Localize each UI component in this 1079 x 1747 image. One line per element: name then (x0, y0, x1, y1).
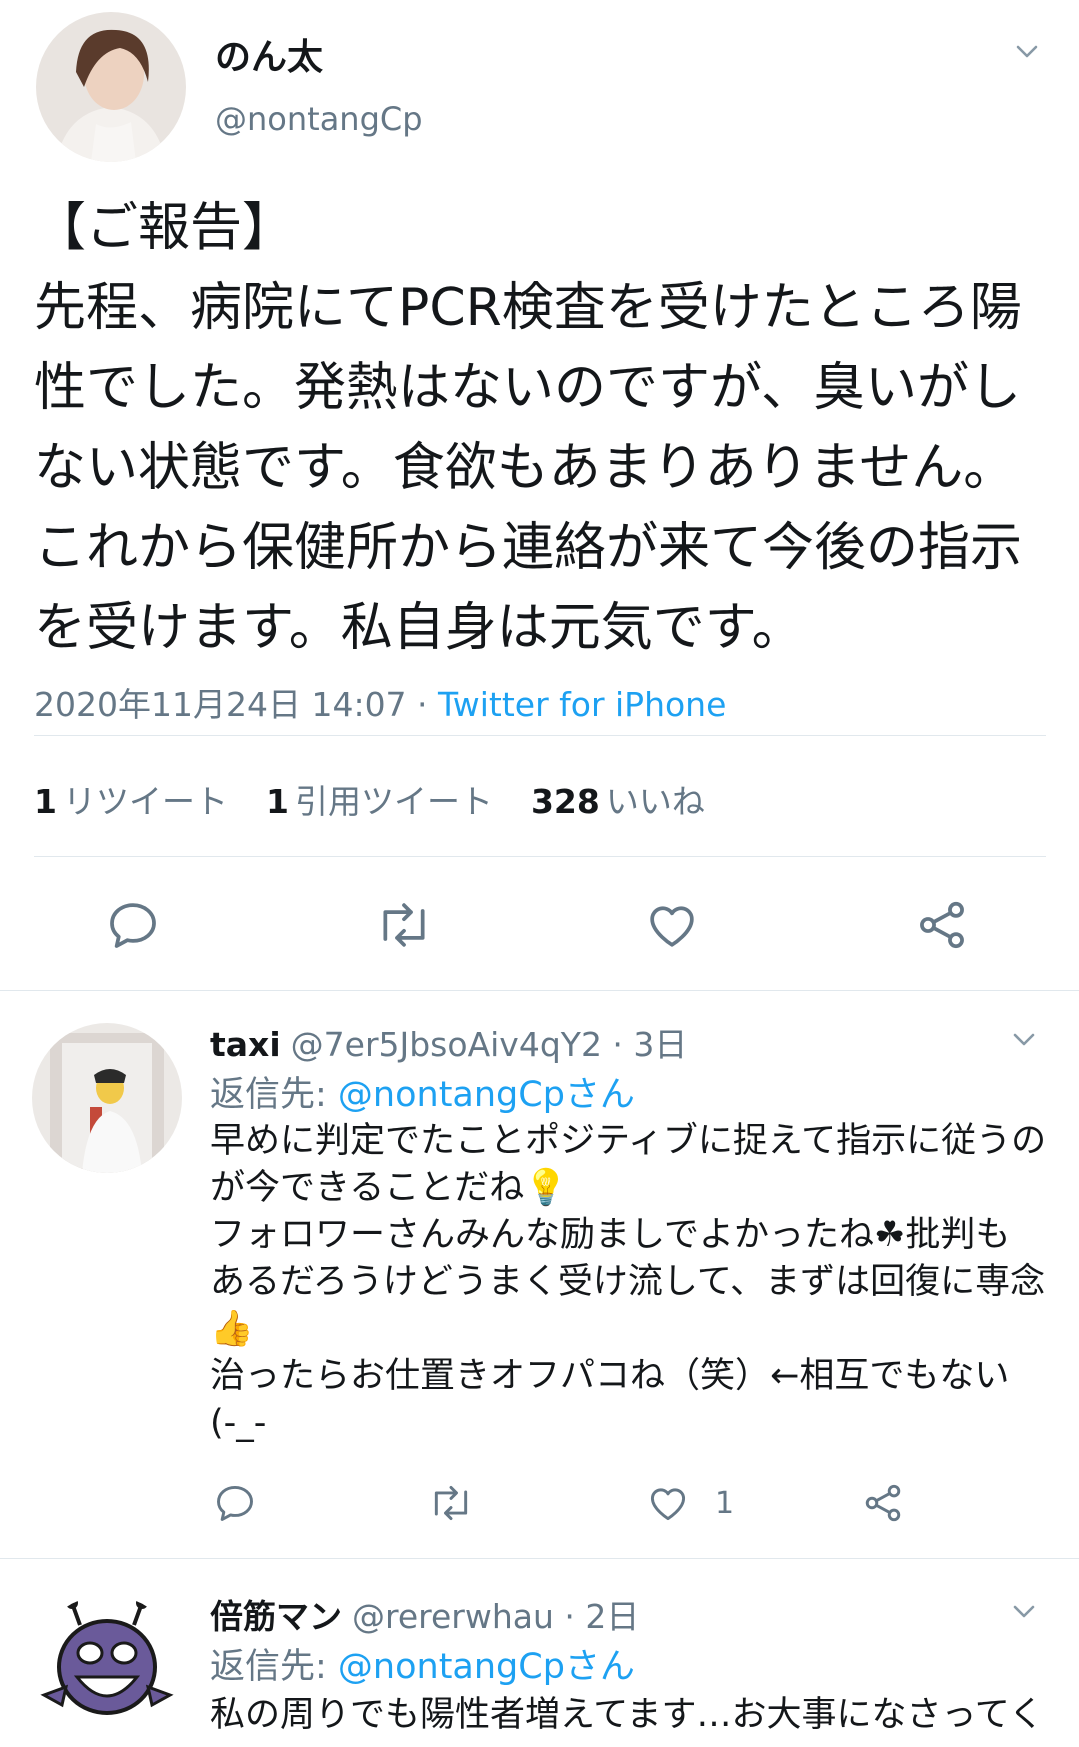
reply-author-name[interactable]: taxi (210, 1025, 281, 1064)
retweet-icon[interactable] (426, 1480, 476, 1526)
reply-icon[interactable] (104, 896, 162, 954)
replying-to-prefix: 返信先: (210, 1647, 338, 1687)
retweet-icon[interactable] (373, 896, 435, 954)
reply-text: 私の周りでも陽性者増えてます…お大事になさってく (210, 1692, 1050, 1739)
retweet-count: 1 (34, 782, 57, 821)
reply-text-line: あるだろうけどうまく受け流して、まずは回復に専念 (210, 1262, 1046, 1302)
retweet-stat[interactable]: 1 リツイート (34, 775, 228, 823)
chevron-down-icon[interactable] (1013, 1600, 1035, 1622)
quote-stat[interactable]: 1 引用ツイート (266, 775, 493, 823)
reply-icon[interactable] (212, 1480, 258, 1526)
tweet-text: 【ご報告】 先程、病院にてPCR検査を受けたところ陽 性でした。発熱はないのです… (34, 188, 1044, 668)
replying-to-mention[interactable]: @nontangCpさん (338, 1075, 635, 1115)
share-icon[interactable] (860, 1480, 906, 1526)
replying-to-prefix: 返信先: (210, 1075, 338, 1115)
reply-author-name[interactable]: 倍筋マン (210, 1597, 342, 1636)
divider (34, 856, 1046, 857)
reply-text-line: 👍 (210, 1309, 254, 1349)
retweet-label: リツイート (62, 782, 228, 821)
tweet-timestamp[interactable]: 2020年11月24日 14:07 (34, 685, 407, 724)
tweet-text-line: を受けます。私自身は元気です。 (34, 598, 804, 658)
tweet-text-line: 【ご報告】 (34, 198, 295, 258)
reply-header: taxi @7er5JbsoAiv4qY2 · 3日 (210, 1018, 687, 1066)
divider (0, 990, 1079, 991)
reply-author-handle[interactable]: @rererwhau · 2日 (352, 1597, 639, 1636)
replying-to: 返信先: @nontangCpさん (210, 1638, 635, 1689)
divider (0, 1558, 1079, 1559)
reply-author-handle[interactable]: @7er5JbsoAiv4qY2 · 3日 (291, 1025, 688, 1064)
like-icon[interactable] (643, 896, 701, 954)
quote-count: 1 (265, 782, 289, 821)
reply-text-line: 早めに判定でたことポジティブに捉えて指示に従うの (210, 1121, 1047, 1161)
tweet-text-line: 性でした。発熱はないのですが、臭いがし (34, 358, 1021, 418)
like-label: いいね (605, 782, 705, 821)
meta-separator: · (406, 685, 439, 724)
share-icon[interactable] (913, 896, 971, 954)
like-icon[interactable] (645, 1480, 691, 1526)
tweet-text-line: 先程、病院にてPCR検査を受けたところ陽 (34, 278, 1022, 338)
like-count: 328 (530, 782, 600, 821)
tweet-text-line: ない状態です。食欲もあまりありません。 (34, 438, 1016, 498)
like-stat[interactable]: 328 いいね (531, 775, 705, 823)
reply-text: 早めに判定でたことポジティブに捉えて指示に従うの が今できることだね💡 フォロワ… (210, 1118, 1050, 1447)
reply-text-line: 治ったらお仕置きオフパコね（笑）←相互でもない (210, 1356, 1010, 1396)
author-name[interactable]: のん太 (215, 28, 323, 80)
replying-to-mention[interactable]: @nontangCpさん (338, 1647, 635, 1687)
reply-text-line: が今できることだね💡 (210, 1168, 568, 1208)
author-avatar[interactable] (36, 12, 186, 162)
reply-avatar[interactable] (32, 1595, 182, 1745)
divider (34, 735, 1046, 736)
author-handle[interactable]: @nontangCp (215, 100, 423, 138)
chevron-down-icon[interactable] (1013, 1028, 1035, 1050)
reply-text-line: (-_- (210, 1403, 267, 1443)
reply-text-line: 私の周りでも陽性者増えてます…お大事になさってく (210, 1695, 1044, 1735)
replying-to: 返信先: @nontangCpさん (210, 1066, 635, 1117)
chevron-down-icon[interactable] (1016, 40, 1038, 62)
quote-label: 引用ツイート (294, 782, 493, 821)
reply-header: 倍筋マン @rererwhau · 2日 (210, 1590, 639, 1638)
tweet-source-link[interactable]: Twitter for iPhone (438, 685, 726, 724)
tweet-text-line: これから保健所から連絡が来て今後の指示 (34, 518, 1023, 578)
tweet-stats: 1 リツイート 1 引用ツイート 328 いいね (34, 775, 705, 823)
reply-text-line: フォロワーさんみんな励ましでよかったね☘批判も (210, 1215, 1011, 1255)
reply-like-count: 1 (715, 1486, 735, 1521)
reply-avatar[interactable] (32, 1023, 182, 1173)
tweet-meta: 2020年11月24日 14:07 · Twitter for iPhone (34, 678, 726, 726)
